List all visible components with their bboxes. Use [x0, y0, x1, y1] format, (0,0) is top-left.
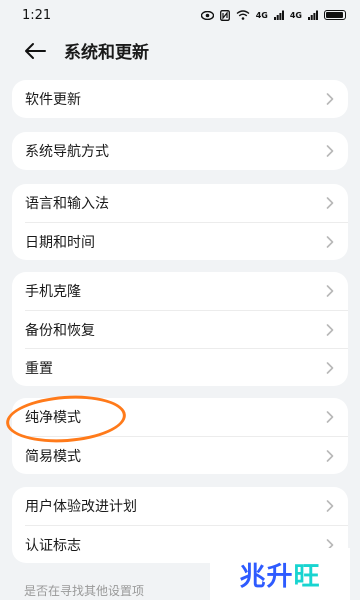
signal-label-1: 4G: [255, 10, 268, 20]
chevron-right-icon: [326, 285, 334, 297]
menu-item-date-time[interactable]: 日期和时间: [25, 222, 348, 260]
menu-item-reset[interactable]: 重置: [25, 348, 348, 386]
menu-item-label: 软件更新: [25, 92, 81, 108]
signal-icon: [308, 10, 318, 20]
chevron-right-icon: [326, 500, 334, 512]
menu-item-user-experience-program[interactable]: 用户体验改进计划: [12, 487, 348, 525]
chevron-right-icon: [326, 235, 334, 248]
battery-icon: [324, 10, 346, 20]
menu-item-label: 认证标志: [25, 537, 81, 554]
status-time: 1:21: [22, 7, 52, 23]
settings-card: 语言和输入法 日期和时间: [12, 184, 348, 260]
watermark-logo: 兆升旺: [210, 548, 350, 600]
settings-card: 系统导航方式: [12, 132, 348, 170]
chevron-right-icon: [326, 449, 334, 462]
status-icons: 4G 4G: [200, 9, 346, 21]
settings-card: 手机克隆备份和恢复重置: [12, 272, 348, 386]
bottom-hint[interactable]: 是否在寻找其他设置项: [24, 582, 144, 599]
menu-item-label: 日期和时间: [25, 234, 95, 251]
menu-item-label: 系统导航方式: [25, 144, 109, 160]
signal-label-2: 4G: [289, 10, 302, 20]
chevron-right-icon: [326, 361, 334, 374]
menu-item-system-navigation[interactable]: 系统导航方式: [12, 132, 348, 170]
signal-icon: [273, 10, 284, 20]
chevron-right-icon: [326, 145, 334, 157]
back-arrow-icon[interactable]: [24, 42, 46, 60]
menu-item-phone-clone[interactable]: 手机克隆: [12, 272, 348, 310]
menu-item-label: 语言和输入法: [25, 196, 109, 212]
menu-item-language-input[interactable]: 语言和输入法: [12, 184, 348, 222]
menu-item-label: 重置: [25, 360, 53, 377]
eye-icon: [200, 10, 214, 20]
wifi-icon: [236, 10, 250, 20]
menu-item-label: 手机克隆: [25, 284, 81, 300]
menu-item-backup-restore[interactable]: 备份和恢复: [25, 310, 348, 348]
page-title: 系统和更新: [64, 43, 149, 63]
status-bar: 1:21 4G 4G: [0, 0, 360, 30]
watermark-text: 兆升旺: [239, 561, 321, 592]
menu-item-label: 简易模式: [25, 448, 81, 465]
chevron-right-icon: [326, 197, 334, 209]
menu-item-software-update[interactable]: 软件更新: [12, 80, 348, 118]
menu-item-simple-mode[interactable]: 简易模式: [25, 436, 348, 474]
menu-item-label: 用户体验改进计划: [25, 499, 137, 515]
chevron-right-icon: [326, 93, 334, 105]
nfc-icon: [219, 9, 230, 21]
menu-item-label: 备份和恢复: [25, 322, 95, 339]
settings-card: 软件更新: [12, 80, 348, 118]
page-header: 系统和更新: [0, 34, 360, 68]
chevron-right-icon: [326, 411, 334, 423]
chevron-right-icon: [326, 323, 334, 336]
